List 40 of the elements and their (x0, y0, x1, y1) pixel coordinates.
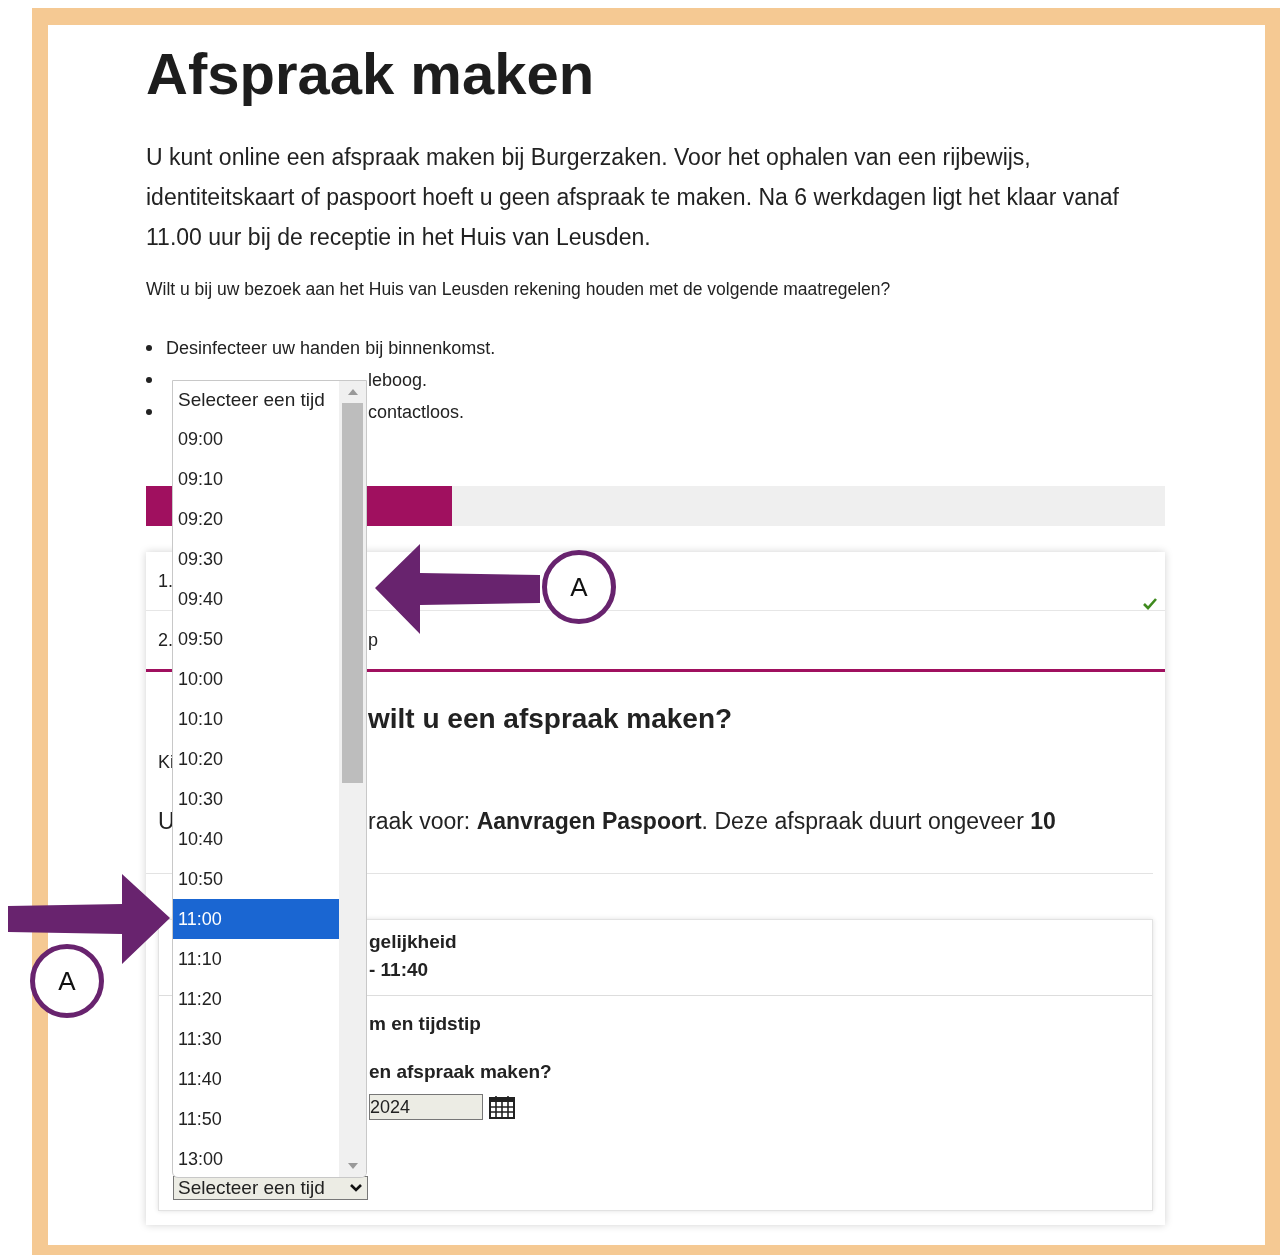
page-title: Afspraak maken (146, 40, 596, 108)
scrollbar[interactable] (339, 381, 366, 1177)
step-number: 2. (158, 629, 173, 651)
dropdown-option[interactable]: 10:40 (173, 819, 340, 859)
bullet-point (146, 377, 152, 383)
dropdown-option[interactable]: 11:40 (173, 1059, 340, 1099)
date-field[interactable]: 2024 (369, 1094, 483, 1120)
dropdown-option[interactable]: 10:10 (173, 699, 340, 739)
notice-text: Wilt u bij uw bezoek aan het Huis van Leusden rekening houden met de volgende maatregelen? (146, 278, 892, 301)
dropdown-option[interactable]: 10:30 (173, 779, 340, 819)
step-number: 1. (158, 570, 173, 592)
chevron-down-icon (349, 1183, 363, 1193)
dropdown-option[interactable]: 11:30 (173, 1019, 340, 1059)
section-label: m en tijdstip (369, 1012, 482, 1036)
dropdown-option[interactable]: 09:50 (173, 619, 340, 659)
arrow-icon (8, 874, 170, 964)
time-select[interactable]: Selecteer een tijd (173, 1176, 368, 1200)
question-label: en afspraak maken? (369, 1060, 553, 1084)
bullet-text: contactloos. (368, 401, 466, 423)
bullet-text: Desinfecteer uw handen bij binnenkomst. (166, 337, 497, 359)
calendar-icon[interactable] (489, 1095, 515, 1119)
step-label: p (368, 629, 378, 651)
dropdown-option[interactable]: 10:20 (173, 739, 340, 779)
dropdown-option[interactable]: Selecteer een tijd (173, 381, 340, 419)
bullet-point (146, 409, 152, 415)
section-label: gelijkheid (369, 930, 458, 954)
dropdown-option[interactable]: 11:00 (173, 899, 340, 939)
intro-paragraph: U kunt online een afspraak maken bij Burgerzaken. Voor het ophalen van een rijbewijs, identiteitskaart of paspoort hoeft u geen afspraak te maken. Na 6 werkdagen ligt het klaar vanaf 11.00 uur bij de receptie in het Huis van Leusden. (146, 143, 1120, 252)
bullet-text: leboog. (368, 369, 429, 391)
checkmark-icon (1143, 598, 1157, 610)
heading-text: wilt u een afspraak maken? (368, 702, 733, 736)
dropdown-option[interactable]: 09:20 (173, 499, 340, 539)
info-text: raak voor: Aanvragen Paspoort. Deze afspraak duurt ongeveer 10 (368, 807, 1056, 836)
dropdown-option[interactable]: 09:00 (173, 419, 340, 459)
dropdown-option[interactable]: 10:50 (173, 859, 340, 899)
dropdown-option[interactable]: 13:00 (173, 1139, 340, 1177)
bullet-point (146, 345, 152, 351)
dropdown-option[interactable]: 11:50 (173, 1099, 340, 1139)
dropdown-option[interactable]: 09:10 (173, 459, 340, 499)
arrow-icon (375, 544, 540, 634)
